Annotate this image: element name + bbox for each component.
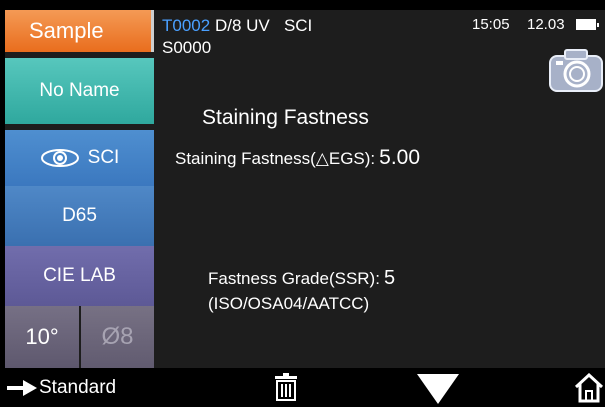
trash-icon[interactable] <box>275 373 297 401</box>
camera-icon[interactable] <box>549 48 603 92</box>
sample-button[interactable]: Sample <box>5 10 154 52</box>
illuminant-label: D65 <box>62 205 97 226</box>
test-id: T0002 <box>162 16 211 35</box>
observer-button[interactable]: 10° <box>5 306 79 368</box>
device-screen: Sample No Name SCI D65 CIE LAB 10° Ø8 T0… <box>5 10 605 407</box>
triangle-down-icon[interactable] <box>417 374 459 404</box>
bottom-toolbar: Standard <box>5 368 605 407</box>
illuminant-button[interactable]: D65 <box>5 186 154 246</box>
battery-icon <box>576 19 599 30</box>
home-icon[interactable] <box>574 373 604 403</box>
sample-label: Sample <box>29 18 104 43</box>
measure-mode-button[interactable]: SCI <box>5 130 154 186</box>
fastness-grade-value: 5 <box>383 267 396 289</box>
fastness-grade-row: Fastness Grade(SSR): 5 <box>208 267 395 290</box>
observer-aperture-row: 10° Ø8 <box>5 306 154 368</box>
fastness-grade-label: Fastness Grade(SSR): <box>208 269 380 288</box>
clock: 15:05 <box>472 16 510 33</box>
staining-fastness-label: Staining Fastness(△EGS): <box>175 149 376 168</box>
color-space-button[interactable]: CIE LAB <box>5 246 154 306</box>
observer-label: 10° <box>25 324 59 349</box>
page-title: Staining Fastness <box>202 106 369 129</box>
sample-name-label: No Name <box>39 80 120 101</box>
sample-id: S0000 <box>162 38 212 57</box>
geometry: D/8 <box>214 16 242 35</box>
header-measure-mode: SCI <box>283 16 313 35</box>
arrow-right-icon <box>7 380 37 396</box>
header-info: T0002 D/8 UV SCI <box>162 16 312 36</box>
aperture-label: Ø8 <box>101 323 134 350</box>
color-space-label: CIE LAB <box>43 265 116 286</box>
fastness-standard: (ISO/OSA04/AATCC) <box>208 294 370 313</box>
uv-mode: UV <box>246 16 270 35</box>
sidebar: Sample No Name SCI D65 CIE LAB 10° Ø8 <box>5 10 157 368</box>
eye-icon <box>40 149 79 167</box>
sample-name-button[interactable]: No Name <box>5 58 154 124</box>
standard-label: Standard <box>39 377 117 398</box>
battery-value: 12.03 <box>527 16 565 33</box>
standard-button[interactable]: Standard <box>7 376 116 400</box>
measure-mode-label: SCI <box>87 147 120 168</box>
staining-fastness-row: Staining Fastness(△EGS): 5.00 <box>175 146 420 170</box>
aperture-button[interactable]: Ø8 <box>81 306 154 368</box>
staining-fastness-value: 5.00 <box>379 146 421 169</box>
